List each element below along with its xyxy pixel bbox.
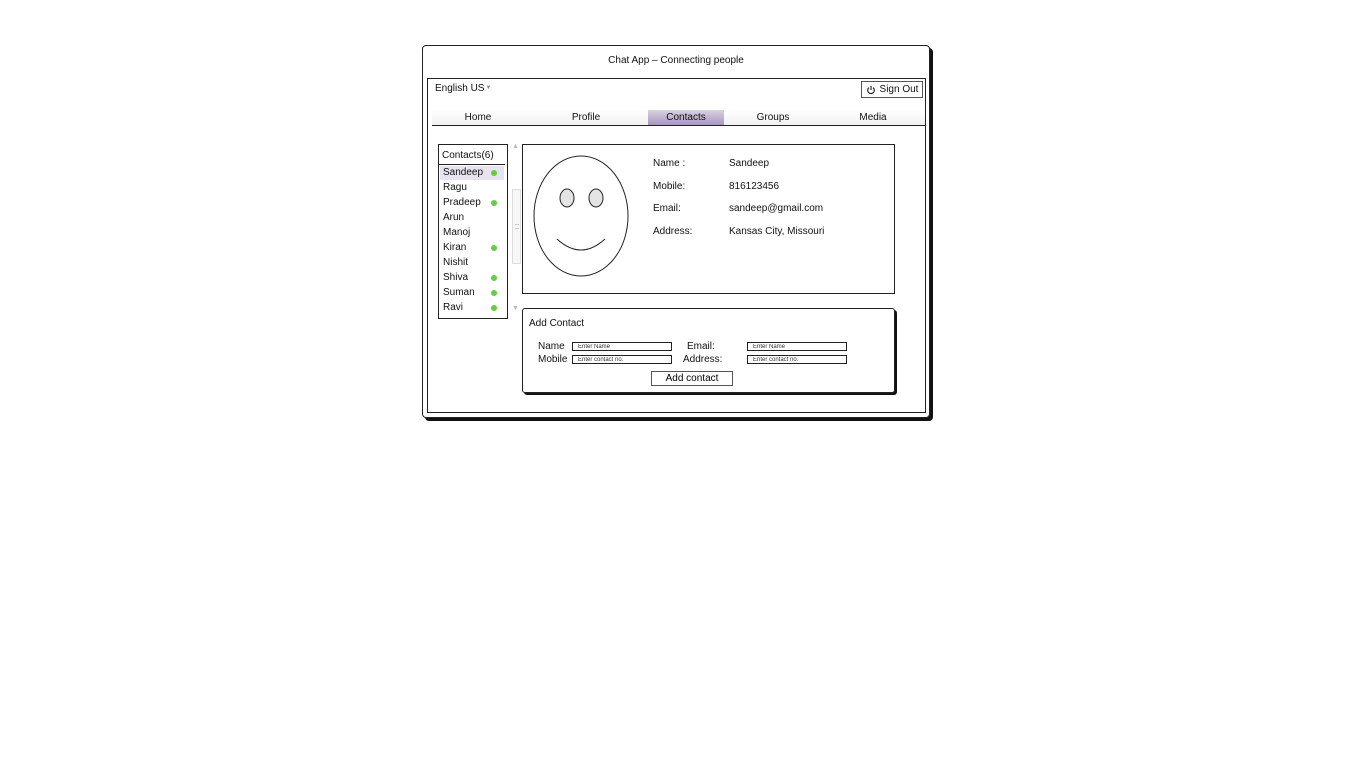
contact-item-pradeep[interactable]: Pradeep bbox=[440, 196, 504, 210]
tab-contacts[interactable]: Contacts bbox=[648, 110, 724, 125]
online-status-icon bbox=[491, 245, 497, 251]
add-email-input[interactable] bbox=[747, 342, 847, 351]
add-address-label: Address: bbox=[683, 354, 723, 365]
mobile-label: Mobile: bbox=[653, 181, 686, 192]
contact-item-arun[interactable]: Arun bbox=[440, 211, 504, 225]
tab-home[interactable]: Home bbox=[432, 110, 524, 125]
online-status-icon bbox=[491, 275, 497, 281]
add-contact-panel: Add Contact Name Email: Mobile Address: … bbox=[522, 308, 895, 393]
app-frame: English US▼ Sign Out Home Profile Contac… bbox=[427, 78, 926, 413]
online-status-icon bbox=[491, 305, 497, 311]
contact-item-ragu[interactable]: Ragu bbox=[440, 181, 504, 195]
scrollbar-thumb[interactable] bbox=[512, 189, 521, 264]
add-mobile-label: Mobile bbox=[538, 354, 568, 365]
contacts-list: Contacts(6) Sandeep Ragu Pradeep Arun Ma… bbox=[438, 144, 508, 319]
sign-out-label: Sign Out bbox=[879, 84, 919, 95]
sign-out-button[interactable]: Sign Out bbox=[861, 81, 923, 98]
address-value: Kansas City, Missouri bbox=[729, 226, 825, 237]
contacts-scrollbar[interactable]: ▲ ▼ bbox=[511, 143, 521, 314]
tab-groups[interactable]: Groups bbox=[742, 110, 804, 125]
contacts-header: Contacts(6) bbox=[439, 145, 505, 165]
chevron-down-icon: ▼ bbox=[485, 85, 492, 92]
contact-detail-panel: Name : Sandeep Mobile: 816123456 Email: … bbox=[522, 144, 895, 294]
address-label: Address: bbox=[653, 226, 693, 237]
contact-item-kiran[interactable]: Kiran bbox=[440, 241, 504, 255]
online-status-icon bbox=[491, 290, 497, 296]
email-label: Email: bbox=[653, 203, 681, 214]
contact-item-shiva[interactable]: Shiva bbox=[440, 271, 504, 285]
add-contact-title: Add Contact bbox=[529, 318, 585, 329]
add-email-label: Email: bbox=[687, 341, 715, 352]
window-title: Chat App – Connecting people bbox=[608, 55, 744, 66]
mobile-value: 816123456 bbox=[729, 181, 780, 192]
add-address-input[interactable] bbox=[747, 355, 847, 364]
nav-bar: Home Profile Contacts Groups Media bbox=[432, 110, 925, 126]
add-name-label: Name bbox=[538, 341, 565, 352]
scroll-down-icon[interactable]: ▼ bbox=[512, 305, 519, 312]
add-contact-button[interactable]: Add contact bbox=[651, 371, 733, 386]
tab-profile[interactable]: Profile bbox=[552, 110, 620, 125]
tab-media[interactable]: Media bbox=[840, 110, 906, 125]
language-selector[interactable]: English US▼ bbox=[435, 83, 491, 94]
online-status-icon bbox=[491, 170, 497, 176]
contact-item-manoj[interactable]: Manoj bbox=[440, 226, 504, 240]
power-icon bbox=[866, 85, 875, 94]
contact-item-suman[interactable]: Suman bbox=[440, 286, 504, 300]
app-window: Chat App – Connecting people English US▼… bbox=[422, 45, 930, 418]
email-value: sandeep@gmail.com bbox=[729, 203, 824, 214]
contact-item-sandeep[interactable]: Sandeep bbox=[440, 166, 504, 180]
add-name-input[interactable] bbox=[572, 342, 672, 351]
scroll-up-icon[interactable]: ▲ bbox=[512, 143, 519, 150]
add-mobile-input[interactable] bbox=[572, 355, 672, 364]
contact-item-nishit[interactable]: Nishit bbox=[440, 256, 504, 270]
contact-item-ravi[interactable]: Ravi bbox=[440, 301, 504, 315]
language-label: English US bbox=[435, 83, 485, 94]
avatar-smiley-icon bbox=[533, 155, 629, 277]
grip-icon bbox=[515, 224, 519, 229]
name-label: Name : bbox=[653, 158, 686, 169]
name-value: Sandeep bbox=[729, 158, 770, 169]
online-status-icon bbox=[491, 200, 497, 206]
